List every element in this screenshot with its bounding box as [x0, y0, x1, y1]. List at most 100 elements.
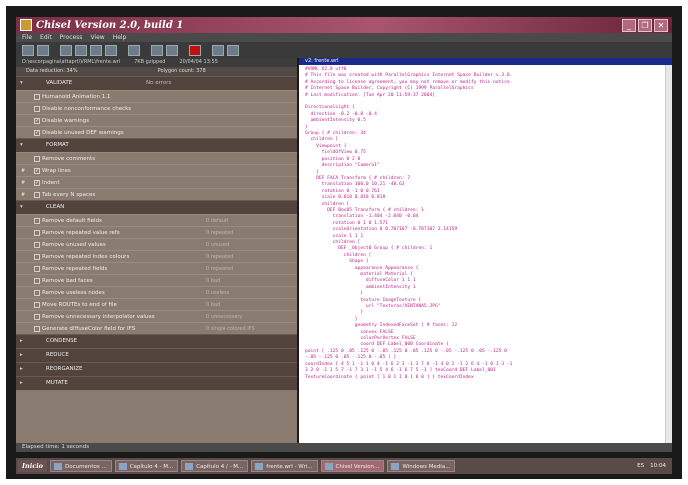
option-label: Generate diffuseColor field for IFS — [42, 326, 136, 332]
option-row[interactable]: ✓ Disable unused DEF warnings — [16, 126, 297, 138]
checkbox[interactable] — [34, 326, 40, 332]
section-clean[interactable]: ▾ CLEAN — [16, 200, 297, 214]
taskbar-item[interactable]: Capítulo 4 / - M... — [181, 460, 249, 472]
code-view[interactable]: v2: frente.wrl #VRML V2.0 utf8 # This fi… — [299, 58, 672, 443]
open-icon[interactable] — [22, 44, 34, 56]
section-label: CLEAN — [46, 204, 65, 210]
option-row[interactable]: Generate diffuseColor field for IFS 0 sin… — [16, 322, 297, 334]
vrml-source[interactable]: #VRML V2.0 utf8 # This file was created … — [299, 65, 672, 383]
section-condense[interactable]: ▸ CONDENSE — [16, 334, 297, 348]
checkbox-checked[interactable]: ✓ — [34, 130, 40, 136]
find-icon[interactable] — [128, 44, 140, 56]
option-label: Move ROUTEs to end of file — [42, 302, 117, 308]
checkbox[interactable] — [34, 230, 40, 236]
options-panel: D:\escorpagina\attaprt\VRML\frente.wrl 7… — [16, 58, 297, 443]
section-reorganize[interactable]: ▸ REORGANIZE — [16, 362, 297, 376]
menu-help[interactable]: Help — [113, 33, 127, 42]
task-label: Chisel Version... — [335, 464, 380, 470]
option-row[interactable]: # Tab every N spaces — [16, 188, 297, 200]
help-icon[interactable] — [227, 44, 239, 56]
checkbox[interactable] — [34, 94, 40, 100]
menu-view[interactable]: View — [90, 33, 104, 42]
save-icon[interactable] — [37, 44, 49, 56]
option-row[interactable]: Remove default fields 0 default — [16, 214, 297, 226]
expand-icon: ▸ — [20, 380, 23, 386]
checkbox[interactable] — [34, 254, 40, 260]
checkbox[interactable] — [34, 278, 40, 284]
taskbar-item[interactable]: Windows Media... — [387, 460, 456, 472]
task-label: frente.wrl - Wri... — [266, 464, 313, 470]
option-row[interactable]: Remove repeated index colours 0 repeated — [16, 250, 297, 262]
taskbar-item[interactable]: frente.wrl - Wri... — [251, 460, 318, 472]
section-reduce[interactable]: ▸ REDUCE — [16, 348, 297, 362]
option-row[interactable]: Move ROUTEs to end of file 0 bad — [16, 298, 297, 310]
print-icon[interactable] — [60, 44, 72, 56]
checkbox[interactable] — [34, 242, 40, 248]
window-title: Chisel Version 2.0, build 1 — [36, 19, 184, 31]
checkbox[interactable] — [34, 314, 40, 320]
checkbox[interactable] — [34, 266, 40, 272]
option-row[interactable]: Remove unused values 0 unused — [16, 238, 297, 250]
section-format[interactable]: ▾ FORMAT — [16, 138, 297, 152]
vertical-scrollbar[interactable] — [665, 65, 672, 443]
minimize-button[interactable]: _ — [622, 19, 636, 32]
option-row[interactable]: Remove unnecessary interpolator values 0 … — [16, 310, 297, 322]
option-label: Wrap lines — [42, 168, 71, 174]
option-row[interactable]: # ✓ Indent — [16, 176, 297, 188]
taskbar-item[interactable]: Capítulo 4 - M... — [114, 460, 179, 472]
option-row[interactable]: ✓ Disable warnings — [16, 114, 297, 126]
option-label: Remove unused values — [42, 242, 106, 248]
checkbox[interactable] — [34, 156, 40, 162]
validate-status: No errors — [146, 80, 172, 86]
language-indicator[interactable]: ES — [637, 463, 644, 469]
section-label: REDUCE — [46, 352, 69, 358]
collapse-icon: ▾ — [20, 80, 23, 86]
option-row[interactable]: Humanoid Animation 1.1 — [16, 90, 297, 102]
option-row[interactable]: Remove bad faces 0 bad — [16, 274, 297, 286]
copy-icon[interactable] — [90, 44, 102, 56]
section-validate[interactable]: ▾ VALIDATE No errors — [16, 76, 297, 90]
file-path: D:\escorpagina\attaprt\VRML\frente.wrl — [22, 59, 121, 65]
start-button[interactable]: Inicio — [18, 460, 47, 472]
cut-icon[interactable] — [75, 44, 87, 56]
checkbox[interactable] — [34, 106, 40, 112]
option-row[interactable]: Remove repeated fields 0 repeated — [16, 262, 297, 274]
stop-icon[interactable] — [189, 44, 201, 56]
menu-file[interactable]: File — [22, 33, 32, 42]
taskbar-item[interactable]: Documentos ... — [50, 460, 112, 472]
menu-process[interactable]: Process — [60, 33, 83, 42]
checkbox[interactable] — [34, 302, 40, 308]
checkbox-checked[interactable]: ✓ — [34, 118, 40, 124]
file-info-row: D:\escorpagina\attaprt\VRML\frente.wrl 7… — [16, 58, 297, 67]
close-button[interactable]: ✕ — [654, 19, 668, 32]
option-row[interactable]: Remove comments — [16, 152, 297, 164]
info-icon[interactable] — [212, 44, 224, 56]
option-label: Disable unused DEF warnings — [42, 130, 124, 136]
expand-icon: ▸ — [20, 352, 23, 358]
option-row[interactable]: Disable nonconformance checks — [16, 102, 297, 114]
option-label: Tab every N spaces — [42, 192, 96, 198]
checkbox-checked[interactable]: ✓ — [34, 168, 40, 174]
taskbar-item-active[interactable]: Chisel Version... — [320, 460, 385, 472]
option-row[interactable]: Remove useless nodes 0 useless — [16, 286, 297, 298]
window-titlebar[interactable]: Chisel Version 2.0, build 1 _ ❐ ✕ — [16, 17, 672, 33]
section-mutate[interactable]: ▸ MUTATE — [16, 376, 297, 390]
option-row[interactable]: # ✓ Wrap lines — [16, 164, 297, 176]
checkbox[interactable] — [34, 192, 40, 198]
section-label: VALIDATE — [46, 80, 73, 86]
task-label: Capítulo 4 / - M... — [196, 464, 244, 470]
option-label: Remove unnecessary interpolator values — [42, 314, 155, 320]
window-controls: _ ❐ ✕ — [622, 19, 668, 32]
task-label: Documentos ... — [65, 464, 107, 470]
option-label: Remove repeated fields — [42, 266, 108, 272]
back-icon[interactable] — [151, 44, 163, 56]
checkbox[interactable] — [34, 290, 40, 296]
checkbox-checked[interactable]: ✓ — [34, 180, 40, 186]
option-row[interactable]: Remove repeated value refs 0 repeated — [16, 226, 297, 238]
maximize-button[interactable]: ❐ — [638, 19, 652, 32]
paste-icon[interactable] — [105, 44, 117, 56]
checkbox[interactable] — [34, 218, 40, 224]
forward-icon[interactable] — [166, 44, 178, 56]
collapse-icon: ▾ — [20, 142, 23, 148]
menu-edit[interactable]: Edit — [40, 33, 52, 42]
